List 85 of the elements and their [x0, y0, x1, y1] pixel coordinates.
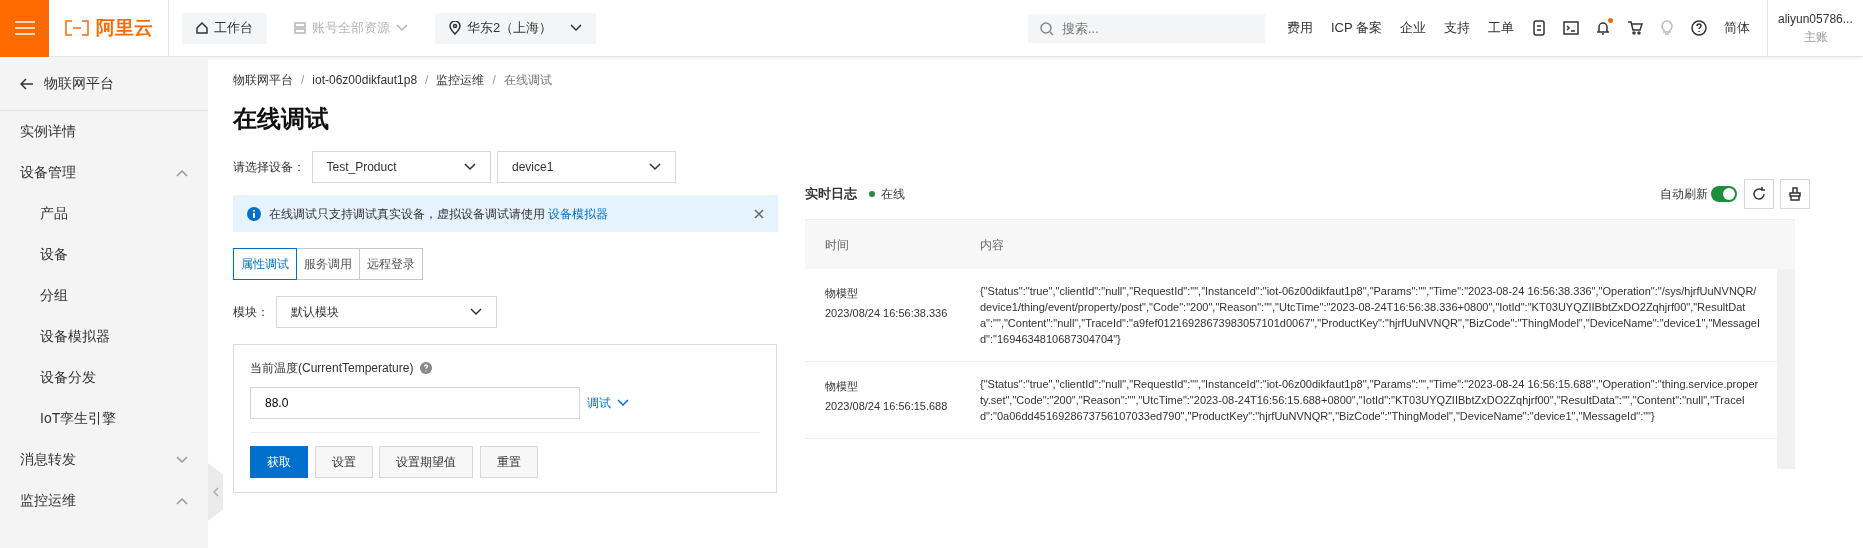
column-header: 时间: [824, 236, 850, 254]
refresh-icon: [1751, 187, 1766, 201]
simulator-link[interactable]: 设备模拟器: [548, 206, 609, 221]
action-button[interactable]: 设置: [314, 446, 373, 478]
log-content: {"Status":"true","clientId":"null","RequestId":"","InstanceId":"iot-06z00dikfaut1p8","Params":"","Time":"2023-08-24 16:56:38.336","Operation":"/sys/hjrfUuNVNQR/device1/thing/event/property/post","Code":"200","Reason":"","UtcTime":"2023-08-24T16:56:38.336+0800","IotId":"KT03UYQZIIBbtZxDO2Zqhjrf00","ResultData":"","Content":"null","TraceId":"a9fef01216928673983057101d0067","ProductKey":"hjrfUuNVNQR","BizCode":"ThingModel","DeviceName":"device1","MessageId":"1694634810687304704"}: [980, 284, 1760, 347]
chevron-left-icon: [212, 487, 219, 497]
sidebar-item[interactable]: IoT孪生引擎: [0, 398, 208, 439]
home-icon: [196, 22, 208, 34]
device-label: 请选择设备：: [233, 159, 305, 176]
stack-icon: [294, 22, 306, 34]
module-label: 模块：: [233, 304, 269, 321]
user-name[interactable]: aliyun05786...: [1778, 9, 1863, 28]
log-content: {"Status":"true","clientId":"null","RequestId":"","InstanceId":"iot-06z00dikfaut1p8","Params":"","Time":"2023-08-24 16:56:15.688","Operation":"thing.service.property.set","Code":"200","Reason":"","UtcTime":"2023-08-24T16:56:15.688+0800","IotId":"KT03UYQZIIBbtZxDO2Zqhjrf00","ResultData":"","Content":"null","TraceId":"0a06dd4516928673756107033ed790","ProductKey":"hjrfUuNVNQR","BizCode":"ThingModel","DeviceName":"device1","MessageId":""}: [980, 377, 1760, 424]
language-link[interactable]: 简体: [1715, 18, 1759, 38]
action-button[interactable]: 获取: [250, 446, 308, 478]
terminal-icon[interactable]: [1563, 20, 1579, 36]
sidebar-item[interactable]: 设备分发: [0, 357, 208, 398]
nav-link[interactable]: 工单: [1479, 18, 1523, 38]
breadcrumb-separator: /: [492, 73, 496, 87]
log-time: 2023/08/24 16:56:38.336: [825, 306, 949, 321]
breadcrumb-separator: /: [301, 73, 305, 87]
log-time: 2023/08/24 16:56:15.688: [825, 399, 949, 414]
region-dropdown[interactable]: 华东2（上海）: [435, 12, 597, 44]
notification-dot: [1608, 18, 1613, 23]
chevron-down-icon: [396, 24, 408, 32]
breadcrumb-link[interactable]: 监控运维: [436, 73, 485, 87]
tab[interactable]: 属性调试: [233, 248, 297, 280]
chevron-down-icon: [469, 308, 482, 316]
nav-link[interactable]: 费用: [1277, 18, 1322, 38]
property-label: 当前温度(CurrentTemperature): [250, 360, 414, 377]
workbench-button[interactable]: 工作台: [182, 12, 267, 44]
page-title: 在线调试: [233, 104, 330, 134]
chevron-down-icon: [617, 399, 629, 407]
sidebar-item[interactable]: 实例详情: [0, 111, 208, 152]
tab[interactable]: 远程登录: [359, 248, 423, 280]
debug-link[interactable]: 调试: [586, 394, 629, 412]
nav-link[interactable]: 支持: [1435, 18, 1479, 38]
search-field[interactable]: 搜索...: [1027, 13, 1265, 43]
close-icon[interactable]: [754, 208, 764, 219]
tab[interactable]: 服务调用: [296, 248, 360, 280]
menu-icon: [14, 20, 35, 36]
back-link[interactable]: 物联网平台: [0, 57, 208, 111]
device-dropdown[interactable]: device1: [497, 151, 676, 183]
location-pin-icon: [449, 21, 461, 35]
help-icon[interactable]: [1691, 20, 1707, 36]
sidebar-item[interactable]: 设备管理: [0, 152, 208, 193]
chevron-down-icon: [570, 24, 583, 32]
info-icon: [247, 206, 261, 221]
device-dropdown[interactable]: Test_Product: [311, 151, 491, 183]
sidebar-item[interactable]: 分组: [0, 275, 208, 316]
sidebar-item[interactable]: 消息转发: [0, 439, 208, 480]
sidebar-item[interactable]: 设备模拟器: [0, 316, 208, 357]
log-type: 物模型: [825, 379, 859, 394]
sidebar-item[interactable]: 监控运维: [0, 480, 208, 521]
nav-link[interactable]: ICP 备案: [1321, 18, 1391, 38]
sidebar-item[interactable]: 产品: [0, 193, 208, 234]
refresh-button[interactable]: [1743, 179, 1774, 209]
account-role: 主账: [1803, 28, 1829, 46]
nav-link[interactable]: 企业: [1391, 18, 1435, 38]
breadcrumb-link[interactable]: 物联网平台: [233, 73, 293, 87]
value-input[interactable]: 88.0: [250, 387, 580, 419]
app-icon[interactable]: [1531, 20, 1547, 36]
logo-text: 阿里云: [96, 15, 153, 40]
logo-icon: [64, 20, 90, 36]
column-header: 内容: [980, 236, 1004, 254]
breadcrumb-current: 在线调试: [503, 73, 552, 87]
chevron-down-icon: [649, 163, 661, 171]
action-button[interactable]: 设置期望值: [379, 446, 473, 478]
action-button[interactable]: 重置: [479, 446, 538, 478]
log-title: 实时日志: [805, 185, 857, 204]
breadcrumb-link[interactable]: iot-06z00dikfaut1p8: [312, 73, 418, 87]
auto-refresh-label: 自动刷新: [1659, 186, 1708, 203]
status-text: 在线: [881, 186, 905, 203]
auto-refresh-switch[interactable]: [1711, 186, 1737, 202]
sidebar-item[interactable]: 设备: [0, 234, 208, 275]
cart-icon[interactable]: [1627, 20, 1643, 36]
breadcrumb-separator: /: [425, 73, 429, 87]
help-icon: [419, 362, 432, 374]
alert-text: 在线调试只支持调试真实设备，虚拟设备调试请使用 设备模拟器: [269, 205, 609, 223]
bell-icon[interactable]: [1595, 20, 1611, 36]
module-dropdown[interactable]: 默认模块: [275, 296, 497, 328]
chevron-down-icon: [463, 163, 476, 171]
back-arrow-icon: [20, 77, 34, 90]
log-type: 物模型: [825, 286, 859, 301]
clear-button[interactable]: [1780, 179, 1810, 209]
